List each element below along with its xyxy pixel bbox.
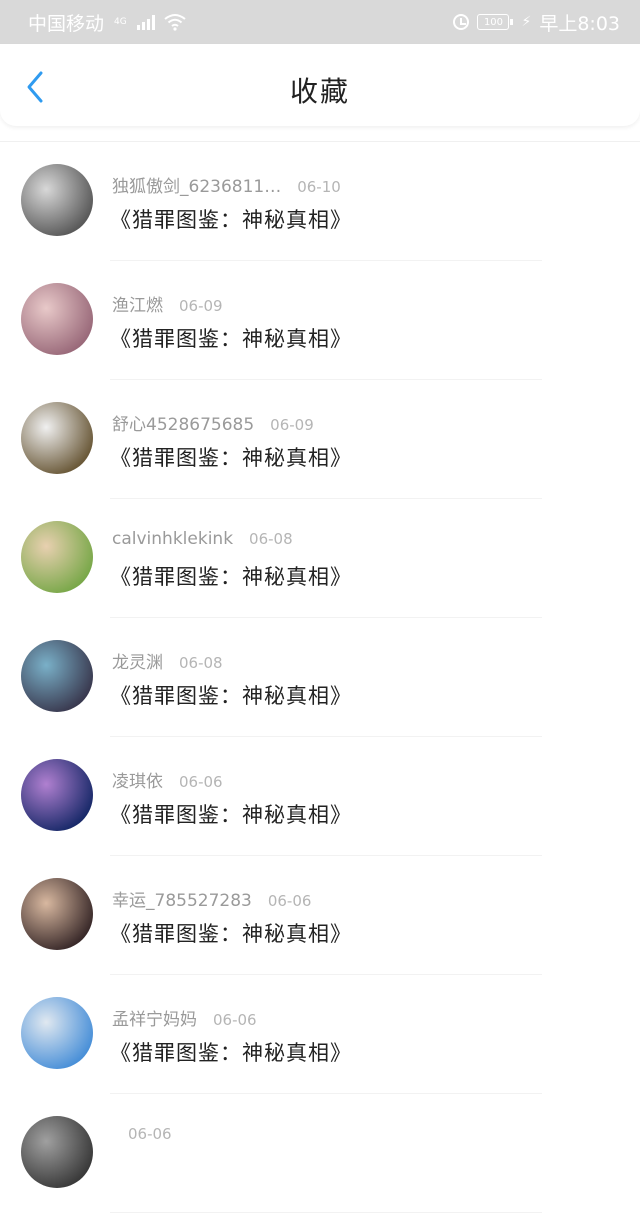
- favorites-list: 独狐傲剑_6236811… 06-10 《猎罪图鉴：神秘真相》 渔江燃 06-09 《猎罪…: [0, 141, 640, 1213]
- avatar[interactable]: [21, 402, 93, 474]
- item-title[interactable]: 《猎罪图鉴：神秘真相》: [110, 1037, 352, 1067]
- carrier-label: 中国移动: [28, 12, 105, 35]
- item-meta: 独狐傲剑_6236811… 06-10: [112, 172, 341, 197]
- item-title[interactable]: 《猎罪图鉴：神秘真相》: [110, 561, 352, 591]
- item-meta: calvinhklekink 06-08: [112, 529, 293, 549]
- item-title[interactable]: 《猎罪图鉴：神秘真相》: [110, 680, 352, 710]
- username: 渔江燃: [112, 296, 163, 316]
- avatar[interactable]: [21, 640, 93, 712]
- list-item[interactable]: 独狐傲剑_6236811… 06-10 《猎罪图鉴：神秘真相》: [21, 142, 542, 261]
- avatar[interactable]: [21, 164, 93, 236]
- item-date: 06-06: [267, 892, 312, 910]
- wifi-icon: [164, 14, 186, 31]
- nav-bar: 收藏: [0, 44, 640, 126]
- battery-icon: 100: [477, 14, 514, 30]
- item-meta: 舒心4528675685 06-09: [112, 410, 314, 435]
- item-title[interactable]: 《猎罪图鉴：神秘真相》: [110, 204, 352, 234]
- item-meta: 06-06: [112, 1124, 172, 1144]
- avatar[interactable]: [21, 759, 93, 831]
- network-label: 4G: [114, 17, 127, 27]
- item-meta: 孟祥宁妈妈 06-06: [112, 1005, 257, 1030]
- item-title[interactable]: 《猎罪图鉴：神秘真相》: [110, 799, 352, 829]
- list-item[interactable]: 凌琪依 06-06 《猎罪图鉴：神秘真相》: [21, 737, 542, 856]
- username: 孟祥宁妈妈: [112, 1010, 197, 1030]
- username: 舒心4528675685: [112, 415, 255, 435]
- item-meta: 龙灵渊 06-08: [112, 648, 223, 673]
- list-item[interactable]: 龙灵渊 06-08 《猎罪图鉴：神秘真相》: [21, 618, 542, 737]
- username: 独狐傲剑_6236811…: [112, 177, 282, 197]
- clock: 早上8:03: [539, 12, 620, 35]
- status-right: 100 ⚡ 早上8:03: [453, 9, 620, 36]
- list-item[interactable]: 幸运_785527283 06-06 《猎罪图鉴：神秘真相》: [21, 856, 542, 975]
- signal-icon: [136, 14, 155, 30]
- item-date: 06-08: [179, 654, 223, 672]
- avatar[interactable]: [21, 878, 93, 950]
- item-meta: 凌琪依 06-06: [112, 767, 223, 792]
- item-date: 06-10: [297, 178, 341, 196]
- username: 幸运_785527283: [112, 891, 252, 911]
- list-item[interactable]: 舒心4528675685 06-09 《猎罪图鉴：神秘真相》: [21, 380, 542, 499]
- item-meta: 渔江燃 06-09: [112, 291, 223, 316]
- charging-icon: ⚡: [521, 14, 532, 30]
- item-title[interactable]: 《猎罪图鉴：神秘真相》: [110, 323, 352, 353]
- item-title[interactable]: 《猎罪图鉴：神秘真相》: [110, 442, 352, 472]
- item-title[interactable]: 《猎罪图鉴：神秘真相》: [110, 918, 352, 948]
- item-date: 06-06: [128, 1125, 172, 1143]
- item-date: 06-09: [270, 416, 314, 434]
- item-date: 06-06: [179, 773, 223, 791]
- list-item[interactable]: 孟祥宁妈妈 06-06 《猎罪图鉴：神秘真相》: [21, 975, 542, 1094]
- status-left: 中国移动 4G: [28, 9, 187, 36]
- alarm-icon: [453, 14, 470, 30]
- avatar[interactable]: [21, 997, 93, 1069]
- username: calvinhklekink: [112, 529, 234, 549]
- avatar[interactable]: [21, 1116, 93, 1188]
- avatar[interactable]: [21, 283, 93, 355]
- username: 龙灵渊: [112, 653, 163, 673]
- list-item[interactable]: 渔江燃 06-09 《猎罪图鉴：神秘真相》: [21, 261, 542, 380]
- page-title: 收藏: [289, 75, 350, 108]
- username: 凌琪依: [112, 772, 163, 792]
- status-bar: 中国移动 4G 100 ⚡ 早上8:03: [0, 0, 640, 44]
- item-date: 06-06: [213, 1011, 257, 1029]
- battery-level: 100: [483, 16, 504, 28]
- avatar[interactable]: [21, 521, 93, 593]
- item-meta: 幸运_785527283 06-06: [112, 886, 311, 911]
- list-item[interactable]: 06-06: [21, 1094, 542, 1213]
- item-date: 06-08: [249, 530, 293, 548]
- item-date: 06-09: [179, 297, 223, 315]
- list-item[interactable]: calvinhklekink 06-08 《猎罪图鉴：神秘真相》: [21, 499, 542, 618]
